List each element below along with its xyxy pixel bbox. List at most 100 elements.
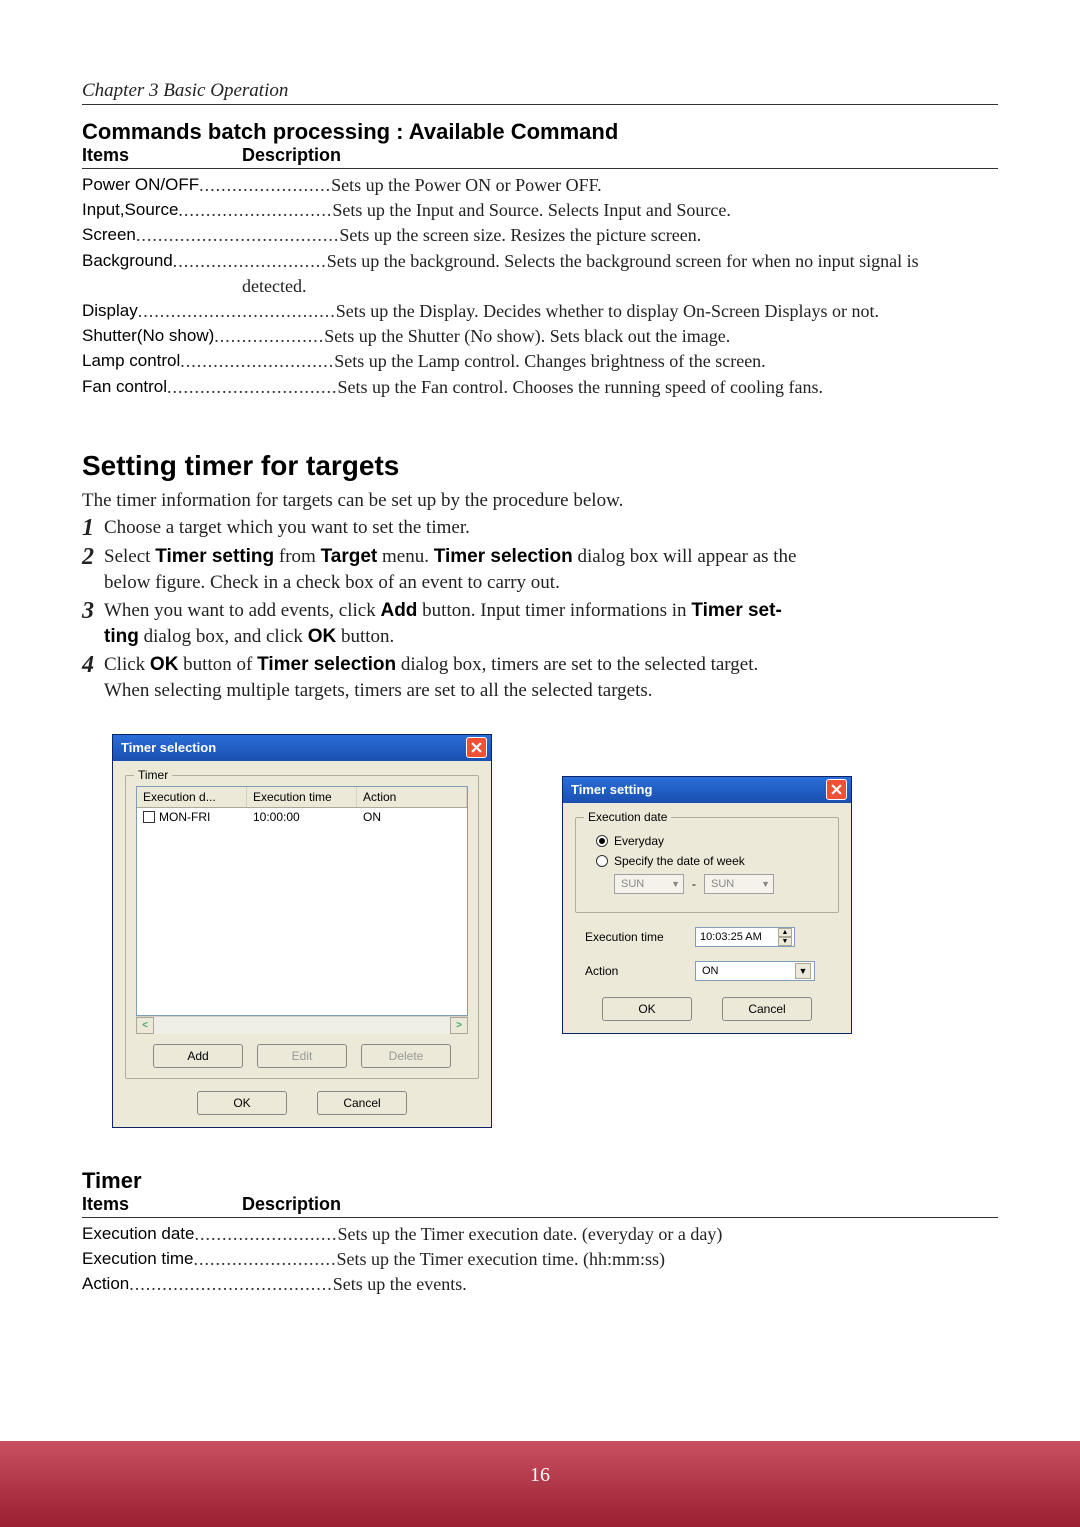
section-title-timer: Timer bbox=[82, 1168, 998, 1194]
group-label: Timer bbox=[134, 768, 172, 782]
group-label: Execution date bbox=[584, 810, 671, 824]
timer-row-action: Action..................................… bbox=[82, 1272, 998, 1297]
dialog-title: Timer selection bbox=[121, 740, 216, 755]
timer-row-exectime: Execution time..........................… bbox=[82, 1247, 998, 1272]
radio-icon[interactable] bbox=[596, 855, 608, 867]
cmd-desc: Sets up the background. Selects the back… bbox=[327, 249, 998, 274]
page-number: 16 bbox=[0, 1464, 1080, 1487]
chevron-down-icon: ▼ bbox=[761, 879, 770, 889]
col-desc: Description bbox=[242, 1194, 998, 1215]
checkbox-icon[interactable] bbox=[143, 811, 155, 823]
t-bold: Timer set- bbox=[691, 600, 781, 621]
t: When you want to add events, click bbox=[104, 600, 380, 621]
cmd-label: Screen bbox=[82, 223, 136, 248]
scroll-track[interactable] bbox=[154, 1017, 450, 1034]
time-value: 10:03:25 AM bbox=[700, 931, 762, 943]
horizontal-scrollbar[interactable]: < > bbox=[136, 1016, 468, 1034]
ok-button[interactable]: OK bbox=[602, 997, 692, 1021]
dots: ............................ bbox=[180, 349, 334, 374]
t: Select bbox=[104, 546, 155, 567]
dots: ............................ bbox=[178, 198, 332, 223]
titlebar[interactable]: Timer setting bbox=[563, 777, 851, 803]
radio-everyday[interactable]: Everyday bbox=[596, 834, 828, 848]
dots: .......................... bbox=[194, 1247, 337, 1272]
add-button[interactable]: Add bbox=[153, 1044, 243, 1068]
t-bold: Timer selection bbox=[434, 546, 573, 567]
dots: ..................................... bbox=[129, 1272, 333, 1297]
dots: ........................ bbox=[199, 173, 331, 198]
t-bold: Add bbox=[380, 600, 417, 621]
cmd-desc: Sets up the Lamp control. Changes bright… bbox=[334, 349, 998, 374]
titlebar[interactable]: Timer selection bbox=[113, 735, 491, 761]
label: Execution time bbox=[82, 1247, 194, 1272]
dropdown-day-from[interactable]: SUN ▼ bbox=[614, 874, 684, 894]
section-title-commands: Commands batch processing : Available Co… bbox=[82, 119, 998, 145]
scroll-right-icon[interactable]: > bbox=[450, 1017, 468, 1034]
cmd-row-shutter: Shutter(No show)....................Sets… bbox=[82, 324, 998, 349]
list-header: Execution d... Execution time Action bbox=[137, 787, 467, 808]
t: button. bbox=[336, 626, 394, 647]
cmd-desc: Sets up the Fan control. Chooses the run… bbox=[338, 375, 998, 400]
spin-up-icon[interactable]: ▲ bbox=[778, 928, 792, 937]
desc: Sets up the Timer execution date. (every… bbox=[337, 1222, 998, 1247]
col-items: Items bbox=[82, 1194, 242, 1215]
t: Click bbox=[104, 654, 150, 675]
t: dialog box will appear as the bbox=[573, 546, 797, 567]
t-bold: Timer setting bbox=[155, 546, 274, 567]
timer-list[interactable]: Execution d... Execution time Action MON… bbox=[136, 786, 468, 1016]
step-num: 1 bbox=[82, 515, 104, 541]
label-action: Action bbox=[585, 964, 685, 978]
step-num: 3 bbox=[82, 598, 104, 624]
delete-button[interactable]: Delete bbox=[361, 1044, 451, 1068]
col-action[interactable]: Action bbox=[357, 787, 467, 807]
close-icon[interactable] bbox=[466, 737, 487, 758]
cmd-desc: Sets up the Input and Source. Selects In… bbox=[332, 198, 998, 223]
action-combo[interactable]: ON▼ bbox=[695, 961, 815, 981]
cmd-row-lamp: Lamp control............................… bbox=[82, 349, 998, 374]
field-exec-time: Execution time 10:03:25 AM▲▼ bbox=[585, 927, 829, 947]
dropdown-day-to[interactable]: SUN ▼ bbox=[704, 874, 774, 894]
col-items: Items bbox=[82, 145, 242, 166]
t: button of bbox=[178, 654, 257, 675]
time-spinner[interactable]: 10:03:25 AM ▲▼ bbox=[695, 927, 795, 947]
spin-down-icon[interactable]: ▼ bbox=[778, 937, 792, 946]
step-1: 1Choose a target which you want to set t… bbox=[82, 515, 998, 541]
cancel-button[interactable]: Cancel bbox=[722, 997, 812, 1021]
desc: Sets up the Timer execution time. (hh:mm… bbox=[337, 1247, 999, 1272]
t: button. Input timer informations in bbox=[417, 600, 691, 621]
field-action: Action ON▼ bbox=[585, 961, 829, 981]
group-timer: Timer Execution d... Execution time Acti… bbox=[125, 775, 479, 1079]
edit-button[interactable]: Edit bbox=[257, 1044, 347, 1068]
dd-value: SUN bbox=[621, 878, 644, 890]
col-exec-date[interactable]: Execution d... bbox=[137, 787, 247, 807]
radio-specify[interactable]: Specify the date of week bbox=[596, 854, 828, 868]
list-row[interactable]: MON-FRI 10:00:00 ON bbox=[137, 808, 467, 826]
step-4: 4Click OK button of Timer selection dial… bbox=[82, 652, 998, 678]
cell-date: MON-FRI bbox=[159, 810, 210, 824]
dots: ..................................... bbox=[136, 223, 340, 248]
table-header-commands: Items Description bbox=[82, 145, 998, 169]
step-num: 2 bbox=[82, 544, 104, 570]
scroll-left-icon[interactable]: < bbox=[136, 1017, 154, 1034]
t-bold: OK bbox=[150, 654, 179, 675]
t: dialog box, and click bbox=[139, 626, 308, 647]
ok-button[interactable]: OK bbox=[197, 1091, 287, 1115]
cmd-row-input: Input,Source............................… bbox=[82, 198, 998, 223]
chevron-down-icon: ▼ bbox=[795, 963, 811, 979]
dd-value: SUN bbox=[711, 878, 734, 890]
t: dialog box, timers are set to the select… bbox=[396, 654, 758, 675]
close-icon[interactable] bbox=[826, 779, 847, 800]
intro-text: The timer information for targets can be… bbox=[82, 488, 998, 514]
chevron-down-icon: ▼ bbox=[671, 879, 680, 889]
cmd-row-display: Display.................................… bbox=[82, 299, 998, 324]
radio-icon[interactable] bbox=[596, 835, 608, 847]
cmd-row-fan: Fan control.............................… bbox=[82, 375, 998, 400]
dots: ............................... bbox=[167, 375, 338, 400]
cmd-row-background: Background............................Se… bbox=[82, 249, 998, 274]
cmd-desc: Sets up the Shutter (No show). Sets blac… bbox=[324, 324, 998, 349]
step-num: 4 bbox=[82, 652, 104, 678]
desc: Sets up the events. bbox=[333, 1272, 998, 1297]
cmd-desc: Sets up the Power ON or Power OFF. bbox=[331, 173, 998, 198]
col-exec-time[interactable]: Execution time bbox=[247, 787, 357, 807]
cancel-button[interactable]: Cancel bbox=[317, 1091, 407, 1115]
